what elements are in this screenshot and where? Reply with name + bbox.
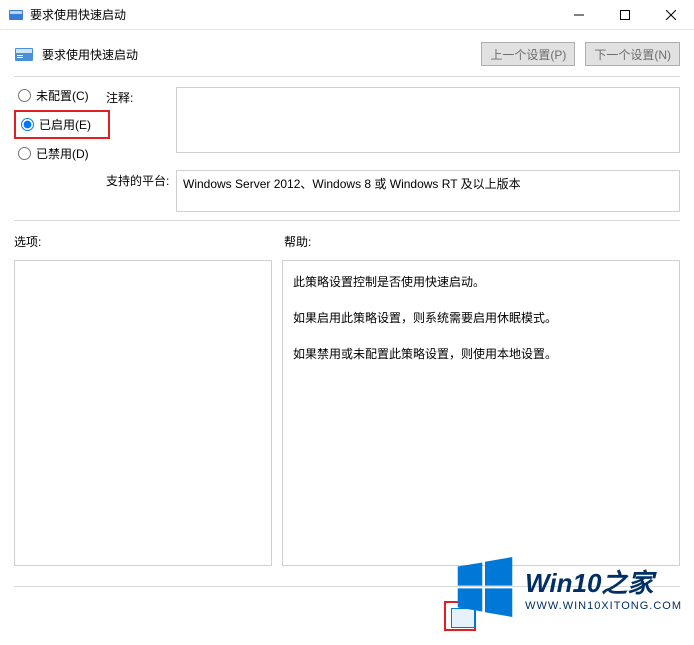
radio-enabled-label: 已启用(E) — [39, 116, 91, 133]
comment-textarea[interactable] — [176, 87, 680, 153]
help-text-1: 此策略设置控制是否使用快速启动。 — [293, 271, 669, 293]
window-controls — [556, 0, 694, 29]
policy-title: 要求使用快速启动 — [42, 46, 138, 63]
dialog-body: 要求使用快速启动 上一个设置(P) 下一个设置(N) 未配置(C) 已启用(E)… — [0, 30, 694, 566]
watermark-url: WWW.WIN10XITONG.COM — [525, 600, 682, 612]
app-icon — [8, 7, 24, 23]
radio-disabled[interactable]: 已禁用(D) — [18, 145, 106, 162]
help-label: 帮助: — [284, 233, 311, 250]
platform-row: 支持的平台: Windows Server 2012、Windows 8 或 W… — [14, 170, 680, 212]
maximize-button[interactable] — [602, 0, 648, 30]
platform-label: 支持的平台: — [106, 170, 176, 189]
bottom-divider — [14, 586, 680, 587]
radio-group: 未配置(C) 已启用(E) 已禁用(D) — [14, 87, 106, 162]
previous-setting-button[interactable]: 上一个设置(P) — [481, 42, 575, 66]
radio-disabled-label: 已禁用(D) — [36, 145, 89, 162]
radio-enabled[interactable]: 已启用(E) — [18, 114, 106, 135]
options-panel[interactable] — [14, 260, 272, 566]
platform-textarea[interactable]: Windows Server 2012、Windows 8 或 Windows … — [176, 170, 680, 212]
watermark: Win10之家 WWW.WIN10XITONG.COM — [455, 557, 682, 617]
policy-icon — [14, 44, 34, 64]
help-panel[interactable]: 此策略设置控制是否使用快速启动。 如果启用此策略设置，则系统需要启用休眠模式。 … — [282, 260, 680, 566]
watermark-text: Win10之家 WWW.WIN10XITONG.COM — [525, 563, 682, 612]
radio-column: 未配置(C) 已启用(E) 已禁用(D) — [14, 87, 106, 162]
comment-label: 注释: — [106, 87, 176, 106]
config-row: 未配置(C) 已启用(E) 已禁用(D) 注释: — [14, 87, 680, 162]
next-setting-button[interactable]: 下一个设置(N) — [585, 42, 680, 66]
divider — [14, 76, 680, 77]
radio-not-configured-input[interactable] — [18, 89, 31, 102]
minimize-button[interactable] — [556, 0, 602, 30]
lower-panels: 此策略设置控制是否使用快速启动。 如果启用此策略设置，则系统需要启用休眠模式。 … — [14, 260, 680, 566]
header-row: 要求使用快速启动 上一个设置(P) 下一个设置(N) — [14, 42, 680, 66]
close-button[interactable] — [648, 0, 694, 30]
radio-enabled-input[interactable] — [21, 118, 34, 131]
watermark-title: Win10之家 — [525, 563, 682, 600]
lower-labels: 选项: 帮助: — [14, 233, 680, 250]
ok-button[interactable] — [451, 608, 475, 628]
radio-not-configured[interactable]: 未配置(C) — [18, 87, 106, 104]
help-text-3: 如果禁用或未配置此策略设置，则使用本地设置。 — [293, 343, 669, 365]
titlebar: 要求使用快速启动 — [0, 0, 694, 30]
radio-not-configured-label: 未配置(C) — [36, 87, 89, 104]
options-label: 选项: — [14, 233, 284, 250]
nav-buttons: 上一个设置(P) 下一个设置(N) — [481, 42, 680, 66]
help-text-2: 如果启用此策略设置，则系统需要启用休眠模式。 — [293, 307, 669, 329]
radio-disabled-input[interactable] — [18, 147, 31, 160]
divider-2 — [14, 220, 680, 221]
ok-button-highlight — [444, 601, 476, 631]
platform-text: Windows Server 2012、Windows 8 或 Windows … — [183, 177, 521, 191]
window-title: 要求使用快速启动 — [30, 6, 126, 23]
